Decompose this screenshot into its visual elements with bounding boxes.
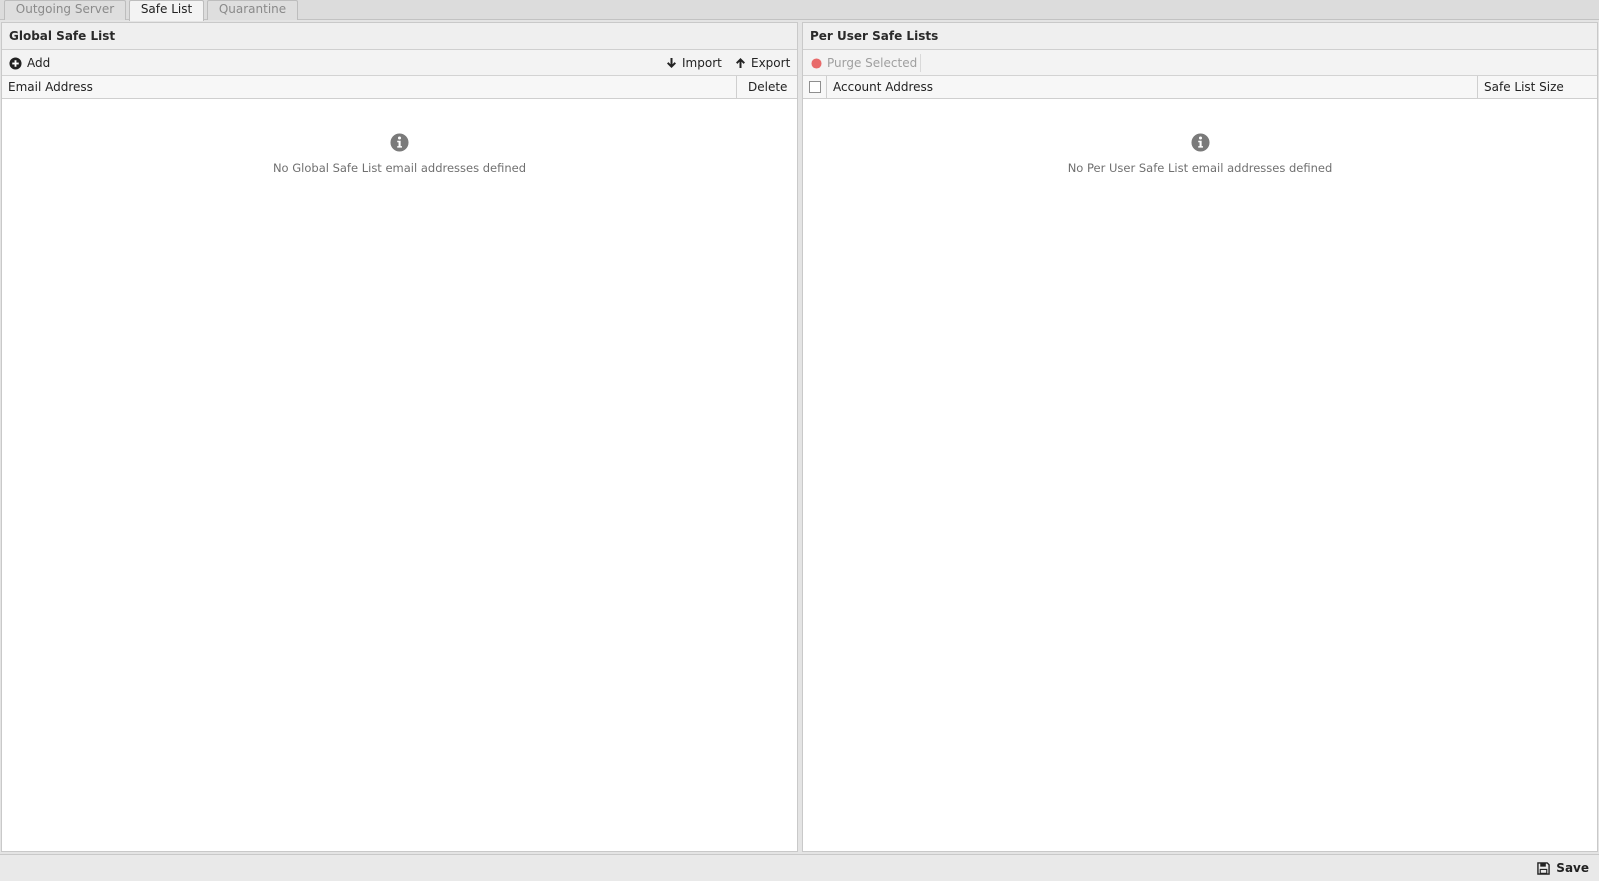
purge-selected-label: Purge Selected (827, 56, 918, 70)
footer-bar: Save (0, 854, 1599, 881)
global-safe-list-toolbar: Add Import Export (2, 50, 797, 76)
per-user-empty-message: No Per User Safe List email addresses de… (1067, 161, 1333, 175)
column-delete[interactable]: Delete (736, 76, 797, 99)
info-icon (1190, 133, 1210, 152)
save-button[interactable]: Save (1537, 855, 1589, 881)
tab-bar: Outgoing Server Safe List Quarantine (0, 0, 1599, 21)
info-icon (390, 133, 409, 152)
column-safe-list-size[interactable]: Safe List Size (1477, 76, 1597, 99)
per-user-empty-state: No Per User Safe List email addresses de… (803, 133, 1597, 175)
arrow-up-icon (736, 58, 745, 68)
global-empty-message: No Global Safe List email addresses defi… (272, 161, 527, 175)
per-user-toolbar: Purge Selected (803, 50, 1597, 76)
global-safe-list-panel: Global Safe List Add Import Export Email… (1, 22, 798, 852)
tab-outgoing-server[interactable]: Outgoing Server (4, 0, 126, 20)
column-email-address[interactable]: Email Address (2, 76, 736, 99)
global-empty-state: No Global Safe List email addresses defi… (2, 133, 797, 175)
per-user-header: Account Address Safe List Size (803, 76, 1597, 99)
export-button[interactable]: Export (735, 50, 790, 76)
per-user-safe-lists-title: Per User Safe Lists (803, 23, 1597, 50)
add-button[interactable]: Add (9, 50, 50, 76)
tab-safe-list[interactable]: Safe List (129, 0, 204, 21)
arrow-down-icon (667, 58, 676, 68)
add-button-label: Add (27, 56, 51, 70)
global-safe-list-title: Global Safe List (2, 23, 797, 50)
toolbar-divider (920, 54, 921, 72)
export-button-label: Export (751, 56, 791, 70)
select-all-cell (803, 76, 826, 99)
import-button[interactable]: Import (666, 50, 722, 76)
select-all-checkbox[interactable] (809, 81, 821, 93)
save-button-label: Save (1556, 861, 1589, 875)
global-safe-list-header: Email Address Delete (2, 76, 797, 99)
per-user-safe-lists-panel: Per User Safe Lists Purge Selected Accou… (802, 22, 1598, 852)
floppy-disk-icon (1537, 861, 1551, 875)
column-account-address[interactable]: Account Address (826, 76, 1477, 99)
tab-quarantine[interactable]: Quarantine (207, 0, 298, 20)
purge-selected-button[interactable]: Purge Selected (811, 50, 917, 76)
plus-circle-icon (9, 56, 22, 70)
import-button-label: Import (682, 56, 722, 70)
red-circle-icon (811, 57, 822, 69)
